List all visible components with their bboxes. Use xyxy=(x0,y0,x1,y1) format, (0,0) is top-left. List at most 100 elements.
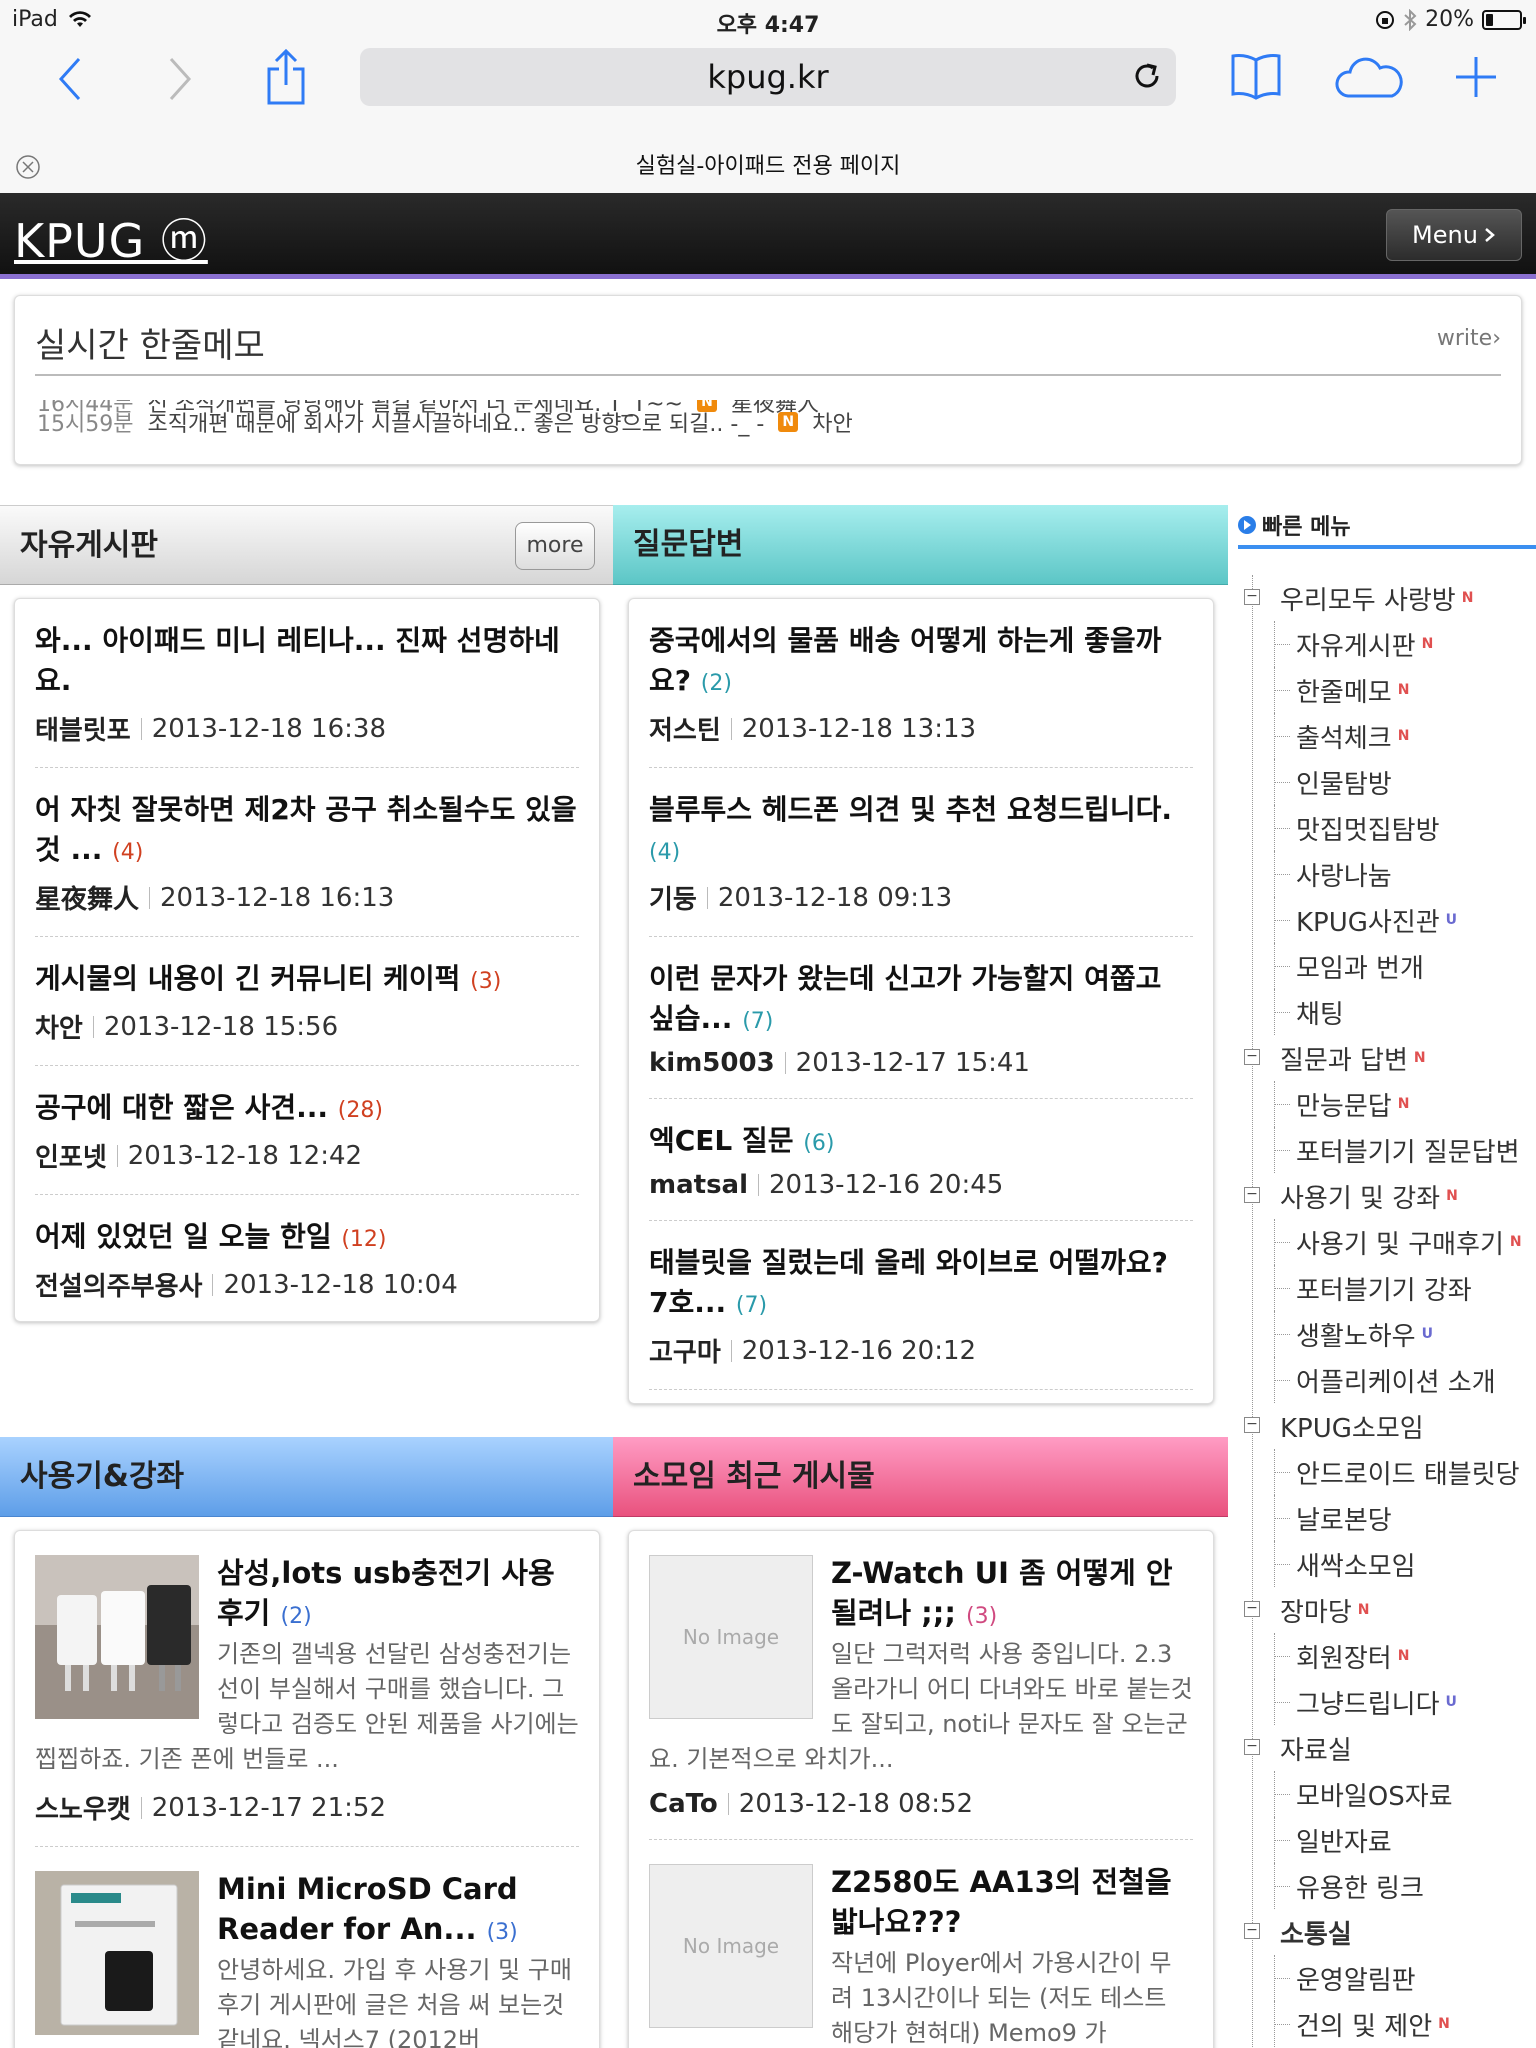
list-item[interactable]: No Image Z-Watch UI 좀 어떻게 안될려나 ;;; (3) 일… xyxy=(649,1531,1193,1840)
post-author[interactable]: 인포넷 xyxy=(35,1137,107,1174)
post-author[interactable]: matsal xyxy=(649,1170,748,1200)
collapse-toggle-icon[interactable]: − xyxy=(1244,1049,1260,1065)
post-title[interactable]: 태블릿을 질렀는데 올레 와이브로 어떨까요? 7호... (7) xyxy=(649,1243,1193,1326)
address-bar[interactable]: kpug.kr xyxy=(360,48,1176,106)
no-image-placeholder[interactable]: No Image xyxy=(649,1555,813,1719)
post-author[interactable]: 기둥 xyxy=(649,879,697,916)
menu-item[interactable]: 만능문답 N xyxy=(1238,1081,1536,1127)
list-item[interactable]: 어 자칫 잘못하면 제2차 공구 취소될수도 있을것 ... (4) 星夜舞人 2… xyxy=(35,768,579,937)
thumbnail[interactable] xyxy=(35,1555,199,1719)
menu-group[interactable]: − 소통실 xyxy=(1238,1909,1536,1955)
menu-item[interactable]: 모임과 번개 xyxy=(1238,943,1536,989)
menu-label: 소통실 xyxy=(1280,1919,1352,1950)
site-logo[interactable]: KPUG ⓜ xyxy=(14,205,208,271)
list-item[interactable]: 엑CEL 질문 (6) matsal 2013-12-16 20:45 xyxy=(649,1099,1193,1221)
section-title[interactable]: 자유게시판 xyxy=(20,528,158,563)
share-button[interactable] xyxy=(262,46,310,108)
menu-item[interactable]: 모바일OS자료 xyxy=(1238,1771,1536,1817)
bookmarks-button[interactable] xyxy=(1228,50,1284,102)
list-item[interactable]: 태블릿을 질렀는데 올레 와이브로 어떨까요? 7호... (7) 고구마 201… xyxy=(649,1221,1193,1390)
list-item[interactable]: 와... 아이패드 미니 레티나... 진짜 선명하네요. 태블릿포 2013-1… xyxy=(35,599,579,768)
section-title[interactable]: 소모임 최근 게시물 xyxy=(633,1459,875,1494)
collapse-toggle-icon[interactable]: − xyxy=(1244,1187,1260,1203)
list-item[interactable]: Mini MicroSD Card Reader for An... (3) 안… xyxy=(35,1847,579,2048)
post-author[interactable]: 星夜舞人 xyxy=(35,879,139,916)
menu-item[interactable]: 건의 및 제안 N xyxy=(1238,2001,1536,2047)
menu-item[interactable]: 그냥드립니다 U xyxy=(1238,1679,1536,1725)
collapse-toggle-icon[interactable]: − xyxy=(1244,1417,1260,1433)
menu-group[interactable]: − 사용기 및 강좌 N xyxy=(1238,1173,1536,1219)
collapse-toggle-icon[interactable]: − xyxy=(1244,1601,1260,1617)
post-title[interactable]: 공구에 대한 짧은 사견... (28) xyxy=(35,1088,579,1131)
menu-item[interactable]: KPUG사진관 U xyxy=(1238,897,1536,943)
menu-item[interactable]: 유용한 링크 xyxy=(1238,1863,1536,1909)
no-image-placeholder[interactable]: No Image xyxy=(649,1864,813,2028)
collapse-toggle-icon[interactable]: − xyxy=(1244,1739,1260,1755)
menu-item[interactable]: 새싹소모임 xyxy=(1238,1541,1536,1587)
collapse-toggle-icon[interactable]: − xyxy=(1244,1923,1260,1939)
section-title[interactable]: 질문답변 xyxy=(633,527,743,562)
list-item[interactable]: 이런 문자가 왔는데 신고가 가능할지 여쭙고 싶습... (7) kim500… xyxy=(649,937,1193,1099)
post-author[interactable]: 고구마 xyxy=(649,1332,721,1369)
menu-group[interactable]: − 질문과 답변 N xyxy=(1238,1035,1536,1081)
menu-item[interactable]: 한줄메모 N xyxy=(1238,667,1536,713)
menu-item[interactable]: 어플리케이션 소개 xyxy=(1238,1357,1536,1403)
menu-item[interactable]: 채팅 xyxy=(1238,989,1536,1035)
post-title[interactable]: 와... 아이패드 미니 레티나... 진짜 선명하네요. xyxy=(35,621,579,704)
memo-write-link[interactable]: write› xyxy=(1437,326,1501,351)
post-title[interactable]: 중국에서의 물품 배송 어떻게 하는게 좋을까요? (2) xyxy=(649,621,1193,704)
tab-title[interactable]: 실험실-아이패드 전용 페이지 xyxy=(0,138,1536,196)
menu-item[interactable]: 포터블기기 강좌 xyxy=(1238,1265,1536,1311)
post-date: 2013-12-18 16:38 xyxy=(151,713,386,744)
list-item[interactable]: 게시물의 내용이 긴 커뮤니티 케이퍽 (3) 차안 2013-12-18 15:… xyxy=(35,937,579,1066)
menu-group[interactable]: − 우리모두 사랑방 N xyxy=(1238,575,1536,621)
list-item[interactable]: 블루투스 헤드폰 의견 및 추천 요청드립니다. (4) 기둥 2013-12-1… xyxy=(649,768,1193,937)
post-author[interactable]: 전설의주부용사 xyxy=(35,1266,202,1303)
menu-item[interactable]: 일반자료 xyxy=(1238,1817,1536,1863)
menu-item[interactable]: 포터블기기 질문답변 xyxy=(1238,1127,1536,1173)
back-button[interactable] xyxy=(50,54,90,104)
post-author[interactable]: 태블릿포 xyxy=(35,710,131,747)
post-title[interactable]: 어 자칫 잘못하면 제2차 공구 취소될수도 있을것 ... (4) xyxy=(35,790,579,873)
post-title[interactable]: 게시물의 내용이 긴 커뮤니티 케이퍽 (3) xyxy=(35,959,579,1002)
post-author[interactable]: 차안 xyxy=(35,1008,83,1045)
menu-label: 우리모두 사랑방 xyxy=(1280,585,1456,616)
section-title[interactable]: 사용기&강좌 xyxy=(20,1459,184,1494)
menu-item[interactable]: 자유게시판 N xyxy=(1238,621,1536,667)
menu-item[interactable]: 인물탐방 xyxy=(1238,759,1536,805)
menu-item[interactable]: 생활노하우 U xyxy=(1238,1311,1536,1357)
menu-group[interactable]: − 장마당 N xyxy=(1238,1587,1536,1633)
menu-item[interactable]: 맛집멋집탐방 xyxy=(1238,805,1536,851)
menu-item[interactable]: 출석체크 N xyxy=(1238,713,1536,759)
post-title[interactable]: 이런 문자가 왔는데 신고가 가능할지 여쭙고 싶습... (7) xyxy=(649,959,1193,1042)
list-item[interactable]: No Image Z2580도 AA13의 전철을 밟나요??? 작년에 Plo… xyxy=(649,1840,1193,2048)
forward-button[interactable] xyxy=(160,54,200,104)
menu-item[interactable]: 회원장터 N xyxy=(1238,1633,1536,1679)
menu-button[interactable]: Menu xyxy=(1386,209,1522,261)
post-author[interactable]: 저스틴 xyxy=(649,710,721,747)
menu-item[interactable]: 사용기 및 구매후기 N xyxy=(1238,1219,1536,1265)
menu-item[interactable]: 사랑나눔 xyxy=(1238,851,1536,897)
list-item[interactable]: 어제 있었던 일 오늘 한일 (12) 전설의주부용사 2013-12-18 10… xyxy=(35,1195,579,1321)
post-title[interactable]: 엑CEL 질문 (6) xyxy=(649,1121,1193,1164)
list-item[interactable]: 삼성,lots usb충전기 사용후기 (2) 기존의 갤넥용 선달린 삼성충전… xyxy=(35,1531,579,1847)
collapse-toggle-icon[interactable]: − xyxy=(1244,589,1260,605)
more-button[interactable]: more xyxy=(515,522,595,570)
list-item[interactable]: 공구에 대한 짧은 사견... (28) 인포넷 2013-12-18 12:42 xyxy=(35,1066,579,1195)
icloud-tabs-button[interactable] xyxy=(1334,52,1404,102)
list-item[interactable]: 중국에서의 물품 배송 어떻게 하는게 좋을까요? (2) 저스틴 2013-12… xyxy=(649,599,1193,768)
menu-item[interactable]: 운영알림판 xyxy=(1238,1955,1536,2001)
post-title[interactable]: 어제 있었던 일 오늘 한일 (12) xyxy=(35,1217,579,1260)
menu-item[interactable]: 날로본당 xyxy=(1238,1495,1536,1541)
post-title[interactable]: 블루투스 헤드폰 의견 및 추천 요청드립니다. (4) xyxy=(649,790,1193,873)
post-author[interactable]: 스노우캣 xyxy=(35,1789,131,1826)
menu-group[interactable]: − 자료실 xyxy=(1238,1725,1536,1771)
post-author[interactable]: kim5003 xyxy=(649,1048,775,1078)
menu-item[interactable]: 안드로이드 태블릿당 xyxy=(1238,1449,1536,1495)
memo-author[interactable]: 차안 xyxy=(812,406,852,438)
thumbnail[interactable] xyxy=(35,1871,199,2035)
post-author[interactable]: CaTo xyxy=(649,1789,718,1819)
reload-button[interactable] xyxy=(1130,59,1164,101)
new-tab-button[interactable] xyxy=(1452,52,1500,102)
menu-group[interactable]: − KPUG소모임 xyxy=(1238,1403,1536,1449)
